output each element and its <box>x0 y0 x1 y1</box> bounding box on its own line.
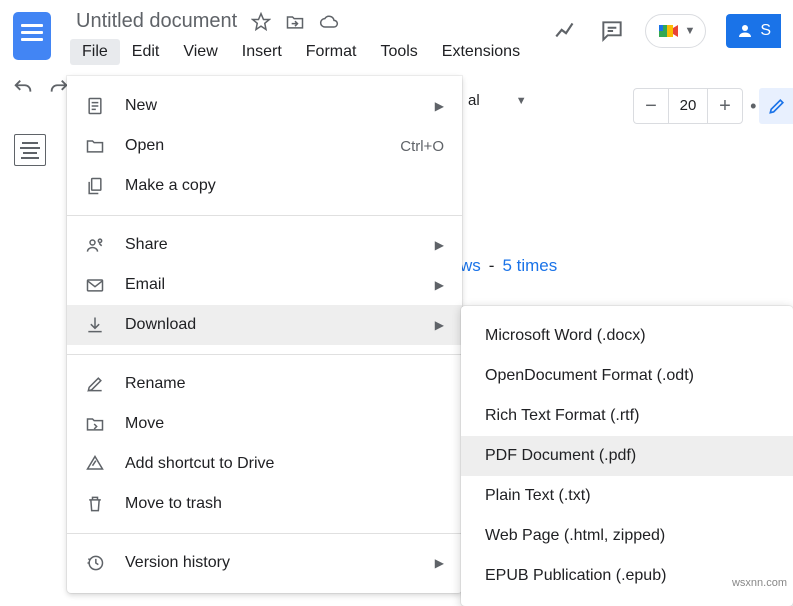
menu-extensions[interactable]: Extensions <box>430 39 532 65</box>
download-epub[interactable]: EPUB Publication (.epub) <box>461 556 793 596</box>
watermark: wsxnn.com <box>732 577 787 589</box>
menu-edit[interactable]: Edit <box>120 39 172 65</box>
download-html[interactable]: Web Page (.html, zipped) <box>461 516 793 556</box>
file-new[interactable]: New ▶ <box>67 86 462 126</box>
submenu-arrow-icon: ▶ <box>435 278 444 292</box>
zoom-in-button[interactable]: + <box>708 89 742 123</box>
share-label: S <box>760 22 771 40</box>
file-move-trash[interactable]: Move to trash <box>67 484 462 524</box>
edit-mode-button[interactable] <box>759 88 793 124</box>
separator <box>67 215 462 216</box>
file-share[interactable]: Share ▶ <box>67 225 462 265</box>
download-docx[interactable]: Microsoft Word (.docx) <box>461 316 793 356</box>
folder-icon <box>85 136 105 156</box>
zoom-value[interactable]: 20 <box>668 89 708 123</box>
star-icon[interactable] <box>251 12 271 32</box>
trash-icon <box>85 494 105 514</box>
document-icon <box>85 96 105 116</box>
history-icon <box>85 553 105 573</box>
shortcut-label: Ctrl+O <box>400 138 444 155</box>
cloud-status-icon[interactable] <box>319 12 339 32</box>
font-name: al <box>468 92 480 109</box>
meet-button[interactable]: ▼ <box>645 14 706 48</box>
download-rtf[interactable]: Rich Text Format (.rtf) <box>461 396 793 436</box>
rename-icon <box>85 374 105 394</box>
menu-file[interactable]: File <box>70 39 120 65</box>
zoom-control: − 20 + <box>633 88 743 124</box>
analytics-icon[interactable] <box>553 18 579 44</box>
move-icon <box>85 414 105 434</box>
doc-text-1: ws <box>460 256 481 276</box>
outline-toggle[interactable] <box>14 134 46 166</box>
chevron-down-icon: ▼ <box>516 95 527 107</box>
file-dropdown: New ▶ Open Ctrl+O Make a copy Share ▶ Em… <box>67 76 462 593</box>
doc-text-2: - <box>489 256 495 276</box>
download-icon <box>85 315 105 335</box>
file-move[interactable]: Move <box>67 404 462 444</box>
move-folder-icon[interactable] <box>285 12 305 32</box>
font-selector[interactable]: al ▼ <box>468 92 527 109</box>
file-rename[interactable]: Rename <box>67 364 462 404</box>
copy-icon <box>85 176 105 196</box>
separator <box>67 354 462 355</box>
person-icon <box>736 22 754 40</box>
download-submenu: Microsoft Word (.docx) OpenDocument Form… <box>461 306 793 606</box>
submenu-arrow-icon: ▶ <box>435 238 444 252</box>
menu-view[interactable]: View <box>171 39 229 65</box>
undo-icon[interactable] <box>12 77 34 99</box>
share-icon <box>85 235 105 255</box>
pencil-icon <box>767 96 787 116</box>
meet-icon <box>656 19 680 43</box>
file-open[interactable]: Open Ctrl+O <box>67 126 462 166</box>
file-download[interactable]: Download ▶ <box>67 305 462 345</box>
document-content: ws - 5 times <box>460 256 557 276</box>
email-icon <box>85 275 105 295</box>
header-right-tools: ▼ S <box>553 14 793 48</box>
file-version-history[interactable]: Version history ▶ <box>67 543 462 583</box>
drive-shortcut-icon <box>85 454 105 474</box>
download-txt[interactable]: Plain Text (.txt) <box>461 476 793 516</box>
file-make-copy[interactable]: Make a copy <box>67 166 462 206</box>
share-button[interactable]: S <box>726 14 781 48</box>
submenu-arrow-icon: ▶ <box>435 99 444 113</box>
separator <box>67 533 462 534</box>
docs-logo[interactable] <box>0 8 64 60</box>
comments-icon[interactable] <box>599 18 625 44</box>
menu-tools[interactable]: Tools <box>368 39 429 65</box>
menu-insert[interactable]: Insert <box>230 39 294 65</box>
submenu-arrow-icon: ▶ <box>435 318 444 332</box>
zoom-out-button[interactable]: − <box>634 89 668 123</box>
download-odt[interactable]: OpenDocument Format (.odt) <box>461 356 793 396</box>
submenu-arrow-icon: ▶ <box>435 556 444 570</box>
file-email[interactable]: Email ▶ <box>67 265 462 305</box>
document-title[interactable]: Untitled document <box>76 10 237 33</box>
doc-text-3: 5 times <box>502 256 557 276</box>
menu-format[interactable]: Format <box>294 39 369 65</box>
file-add-shortcut[interactable]: Add shortcut to Drive <box>67 444 462 484</box>
download-pdf[interactable]: PDF Document (.pdf) <box>461 436 793 476</box>
